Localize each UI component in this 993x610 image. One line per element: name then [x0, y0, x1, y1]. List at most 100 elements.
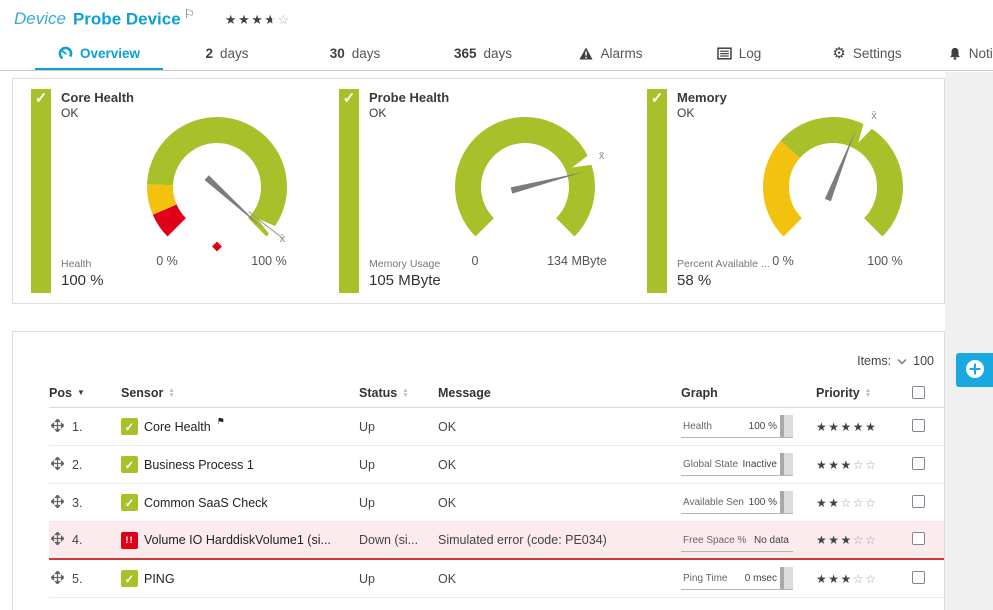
move-icon[interactable]	[51, 571, 64, 587]
tab-30-days[interactable]: 30days	[291, 38, 419, 71]
chevron-down-icon[interactable]	[897, 354, 907, 368]
graph-channel-label: Global State	[683, 459, 738, 470]
position-number: 3.	[72, 496, 82, 510]
table-row[interactable]: 5.✓PINGUpOKPing Time0 msec★★★☆☆	[49, 560, 944, 598]
sensor-cell: ✓Common SaaS Check	[121, 494, 359, 511]
sort-icon[interactable]: ▲▼	[168, 388, 174, 398]
sensor-mini-graph[interactable]: Health100 %	[681, 415, 793, 438]
prtg-device-overview: Device Probe Device⚐ ★ ★ ★ ☆ ★ ☆ Overview2days…	[0, 0, 993, 610]
device-name[interactable]: Probe Device	[73, 9, 181, 28]
column-label: Sensor	[121, 386, 163, 400]
sensor-ok-icon: ✓	[121, 418, 138, 435]
row-checkbox[interactable]	[912, 532, 925, 545]
star-empty-icon: ☆	[841, 496, 853, 510]
star-filled-icon: ★	[828, 533, 840, 547]
column-header-message: Message	[438, 386, 681, 400]
table-row[interactable]: 4.!!Volume IO HarddiskVolume1 (si...Down…	[49, 522, 944, 560]
star-empty-icon: ☆	[853, 533, 865, 547]
sensor-link[interactable]: Business Process 1	[144, 458, 254, 472]
move-icon[interactable]	[51, 419, 64, 435]
priority-stars[interactable]: ★★★☆☆	[816, 572, 898, 586]
sensor-status: Up	[359, 496, 438, 510]
sensor-mini-graph[interactable]: Global StateInactive	[681, 453, 793, 476]
sensor-link[interactable]: Volume IO HarddiskVolume1 (si...	[144, 533, 331, 547]
sensor-mini-graph[interactable]: Free Space %No data	[681, 529, 793, 552]
column-header-graph: Graph	[681, 386, 816, 400]
gauge-core-health[interactable]: ✓Core HealthOKx̄0 %100 %Health100 %	[31, 89, 327, 293]
tab-bar: Overview2days30days365daysAlarmsLog⚙Sett…	[0, 38, 993, 71]
tab-alarms[interactable]: Alarms	[547, 38, 675, 71]
gauge-scale-max: 100 %	[867, 254, 902, 268]
star-filled-icon: ★	[828, 572, 840, 586]
star-empty-icon: ☆	[278, 12, 291, 27]
star-empty-icon: ☆	[853, 458, 865, 472]
add-button[interactable]	[956, 353, 993, 387]
priority-stars[interactable]: ★★★☆☆	[816, 533, 898, 547]
graph-bar	[780, 491, 793, 513]
checkbox-cell	[898, 495, 945, 511]
tab-label: days	[484, 46, 513, 61]
sort-icon[interactable]: ▲▼	[865, 388, 871, 398]
right-gutter	[945, 72, 993, 610]
sensor-status: Up	[359, 458, 438, 472]
sensor-link[interactable]: PING	[144, 572, 175, 586]
sensor-link[interactable]: Common SaaS Check	[144, 496, 268, 510]
sensor-mini-graph[interactable]: Available Sen100 %	[681, 491, 793, 514]
column-header-status[interactable]: Status▲▼	[359, 386, 438, 400]
checkbox-cell	[898, 532, 945, 548]
tab-log[interactable]: Log	[675, 38, 803, 71]
move-icon[interactable]	[51, 495, 64, 511]
sensor-link[interactable]: Core Health	[144, 420, 211, 434]
table-row[interactable]: 2.✓Business Process 1UpOKGlobal StateIna…	[49, 446, 944, 484]
tab-overview[interactable]: Overview	[35, 38, 163, 71]
graph-bar	[780, 415, 793, 437]
gauge-probe-health[interactable]: ✓Probe HealthOKx̄0134 MByteMemory Usage1…	[339, 89, 635, 293]
tab-2-days[interactable]: 2days	[163, 38, 291, 71]
device-priority-rating[interactable]: ★★★☆★☆	[225, 12, 291, 27]
row-checkbox[interactable]	[912, 571, 925, 584]
column-header-sensor[interactable]: Sensor ▲▼	[121, 386, 359, 400]
tab-settings[interactable]: ⚙Settings	[803, 38, 931, 71]
select-all-checkbox[interactable]	[912, 386, 925, 399]
tab-notifications[interactable]: Notifications	[931, 38, 993, 71]
sensor-cell: ✓Business Process 1	[121, 456, 359, 473]
warning-icon	[579, 47, 593, 60]
column-header-pos[interactable]: Pos▼	[49, 386, 121, 400]
table-row[interactable]: 3. ✓Common SaaS CheckUpOKAvailable Sen100…	[49, 484, 944, 522]
sort-desc-icon[interactable]: ▼	[77, 388, 85, 397]
alarm-marker	[212, 242, 222, 252]
sensor-message: OK	[438, 496, 681, 510]
gauge-value: 105 MByte	[369, 272, 441, 289]
gauge-memory[interactable]: ✓MemoryOKx̄0 %100 %Percent Available ...…	[647, 89, 943, 293]
gauge-scale-max: 100 %	[251, 254, 286, 268]
checkbox-cell	[898, 457, 945, 473]
status-color-bar: ✓	[339, 89, 359, 293]
move-icon[interactable]	[51, 457, 64, 473]
items-control: Items: 100	[49, 332, 944, 378]
column-header-priority[interactable]: Priority▲▼	[816, 386, 898, 400]
priority-stars[interactable]: ★★★☆☆	[816, 458, 898, 472]
sort-icon[interactable]: ▲▼	[402, 388, 408, 398]
priority-stars[interactable]: ★★★★★	[816, 420, 898, 434]
star-empty-icon: ☆	[865, 458, 877, 472]
row-checkbox[interactable]	[912, 457, 925, 470]
items-count[interactable]: 100	[913, 354, 934, 368]
move-icon[interactable]	[51, 532, 64, 548]
row-checkbox[interactable]	[912, 495, 925, 508]
star-filled-icon: ★	[225, 12, 238, 27]
graph-bar	[780, 567, 793, 589]
row-checkbox[interactable]	[912, 419, 925, 432]
gauge-channel-label: Memory Usage	[369, 258, 441, 270]
tab-label: days	[352, 46, 381, 61]
graph-bar	[780, 453, 793, 475]
table-row[interactable]: 1.✓Core Health⚑UpOKHealth100 %★★★★★	[49, 408, 944, 446]
priority-stars[interactable]: ★★☆☆☆	[816, 496, 898, 510]
graph-cell: Health100 %	[681, 415, 816, 438]
flag-icon[interactable]: ⚐	[184, 7, 195, 21]
sensor-mini-graph[interactable]: Ping Time0 msec	[681, 567, 793, 590]
sensor-status: Up	[359, 572, 438, 586]
star-filled-icon: ★	[828, 420, 840, 434]
check-icon: ✓	[651, 89, 664, 107]
device-type-label: Device	[14, 9, 66, 28]
tab-365-days[interactable]: 365days	[419, 38, 547, 71]
